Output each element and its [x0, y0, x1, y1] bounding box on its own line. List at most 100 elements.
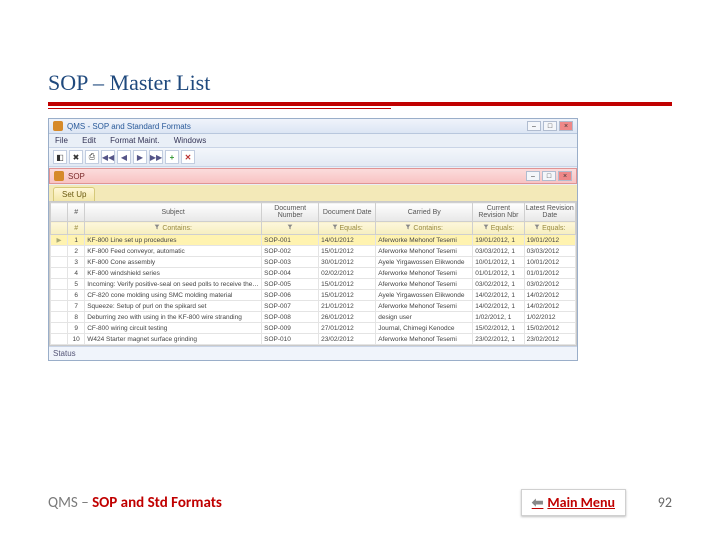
col-header[interactable]: Current Revision Nbr: [473, 203, 524, 222]
minimize-button[interactable]: –: [527, 121, 541, 131]
cell: ▶: [51, 312, 68, 323]
cell: 15/01/2012: [319, 279, 376, 290]
col-header[interactable]: Latest Revision Date: [524, 203, 575, 222]
filter-icon[interactable]: [483, 224, 489, 230]
cell: KF-800 Feed conveyor, automatic: [85, 246, 262, 257]
col-filter[interactable]: #: [68, 222, 85, 235]
table-row[interactable]: ▶2KF-800 Feed conveyor, automaticSOP-002…: [51, 246, 576, 257]
cell: 15/01/2012: [319, 290, 376, 301]
cell: 15/02/2012: [524, 323, 575, 334]
cell: 23/02/2012, 1: [473, 334, 524, 345]
col-header[interactable]: Subject: [85, 203, 262, 222]
filter-icon[interactable]: [534, 224, 540, 230]
cell: 10/01/2012: [524, 257, 575, 268]
menu-bar: File Edit Format Maint. Windows: [49, 134, 577, 148]
cell: 14/02/2012: [524, 301, 575, 312]
col-filter[interactable]: Equals:: [524, 222, 575, 235]
menu-format-maint[interactable]: Format Maint.: [110, 136, 159, 145]
col-header[interactable]: Carried By: [376, 203, 473, 222]
toolbar-clear-icon[interactable]: ✖: [69, 150, 83, 164]
cell: SOP-008: [262, 312, 319, 323]
page-number: 92: [642, 494, 672, 511]
close-button[interactable]: ×: [559, 121, 573, 131]
cell: ▶: [51, 246, 68, 257]
table-row[interactable]: ▶6CF-820 cone molding using SMC molding …: [51, 290, 576, 301]
cell: 03/02/2012, 1: [473, 279, 524, 290]
cell: ▶: [51, 301, 68, 312]
toolbar-add-icon[interactable]: +: [165, 150, 179, 164]
cell: KF-800 Line set up procedures: [85, 235, 262, 246]
cell: 5: [68, 279, 85, 290]
filter-icon[interactable]: [332, 224, 338, 230]
app-window: QMS - SOP and Standard Formats – □ × Fil…: [48, 118, 578, 361]
col-header[interactable]: Document Number: [262, 203, 319, 222]
table-row[interactable]: ▶3KF-800 Cone assemblySOP-00330/01/2012A…: [51, 257, 576, 268]
cell: SOP-009: [262, 323, 319, 334]
filter-icon[interactable]: [405, 224, 411, 230]
col-filter[interactable]: Equals:: [473, 222, 524, 235]
tab-setup[interactable]: Set Up: [53, 187, 95, 201]
cell: SOP-004: [262, 268, 319, 279]
cell: SOP-002: [262, 246, 319, 257]
cell: ▶: [51, 323, 68, 334]
toolbar-new-icon[interactable]: ◧: [53, 150, 67, 164]
col-filter[interactable]: Equals:: [319, 222, 376, 235]
cell: Aferworke Mehonof Tesemi: [376, 246, 473, 257]
menu-file[interactable]: File: [55, 136, 68, 145]
cell: Aferworke Mehonof Tesemi: [376, 235, 473, 246]
table-row[interactable]: ▶9CF-800 wiring circuit testingSOP-00927…: [51, 323, 576, 334]
child-maximize-button[interactable]: □: [542, 171, 556, 181]
slide-footer: QMS – SOP and Std Formats ⬅ Main Menu 92: [48, 489, 672, 516]
table-row[interactable]: ▶7Squeeze: Setup of purl on the spikard …: [51, 301, 576, 312]
maximize-button[interactable]: □: [543, 121, 557, 131]
cell: 15/02/2012, 1: [473, 323, 524, 334]
toolbar-delete-icon[interactable]: ✕: [181, 150, 195, 164]
toolbar: ◧ ✖ ⎙ ◀◀ ◀ ▶ ▶▶ + ✕: [49, 148, 577, 167]
table-row[interactable]: ▶4KF-800 windshield seriesSOP-00402/02/2…: [51, 268, 576, 279]
cell: Aferworke Mehonof Tesemi: [376, 334, 473, 345]
cell: Ayele Yirgawossen Elikwonde: [376, 257, 473, 268]
cell: 23/02/2012: [319, 334, 376, 345]
child-window-title: SOP: [68, 172, 85, 181]
col-header[interactable]: #: [68, 203, 85, 222]
cell: KF-800 Cone assembly: [85, 257, 262, 268]
col-filter[interactable]: [262, 222, 319, 235]
nav-last-icon[interactable]: ▶▶: [149, 150, 163, 164]
cell: SOP-001: [262, 235, 319, 246]
cell: ▶: [51, 279, 68, 290]
table-row[interactable]: ▶8Deburring zeo with using in the KF-800…: [51, 312, 576, 323]
nav-first-icon[interactable]: ◀◀: [101, 150, 115, 164]
cell: Aferworke Mehonof Tesemi: [376, 301, 473, 312]
col-header[interactable]: Document Date: [319, 203, 376, 222]
cell: 1: [68, 235, 85, 246]
nav-next-icon[interactable]: ▶: [133, 150, 147, 164]
col-header[interactable]: [51, 203, 68, 222]
cell: 2: [68, 246, 85, 257]
main-menu-button[interactable]: ⬅ Main Menu: [521, 489, 626, 516]
cell: Aferworke Mehonof Tesemi: [376, 279, 473, 290]
toolbar-print-icon[interactable]: ⎙: [85, 150, 99, 164]
col-filter[interactable]: Contains:: [85, 222, 262, 235]
cell: SOP-006: [262, 290, 319, 301]
cell: 23/02/2012: [524, 334, 575, 345]
cell: 21/01/2012: [319, 301, 376, 312]
data-grid[interactable]: #SubjectDocument NumberDocument DateCarr…: [49, 201, 577, 346]
menu-edit[interactable]: Edit: [82, 136, 96, 145]
menu-windows[interactable]: Windows: [174, 136, 206, 145]
nav-prev-icon[interactable]: ◀: [117, 150, 131, 164]
cell: 01/01/2012, 1: [473, 268, 524, 279]
cell: 26/01/2012: [319, 312, 376, 323]
cell: SOP-007: [262, 301, 319, 312]
child-close-button[interactable]: ×: [558, 171, 572, 181]
child-minimize-button[interactable]: –: [526, 171, 540, 181]
cell: SOP-010: [262, 334, 319, 345]
table-row[interactable]: ▶10W424 Starter magnet surface grindingS…: [51, 334, 576, 345]
col-filter[interactable]: Contains:: [376, 222, 473, 235]
filter-icon[interactable]: [154, 224, 160, 230]
cell: ▶: [51, 334, 68, 345]
col-filter[interactable]: [51, 222, 68, 235]
table-row[interactable]: ▶5Incoming: Verify positive-seal on seed…: [51, 279, 576, 290]
table-row[interactable]: ▶1KF-800 Line set up proceduresSOP-00114…: [51, 235, 576, 246]
cell: 1/02/2012: [524, 312, 575, 323]
filter-icon[interactable]: [287, 224, 293, 230]
